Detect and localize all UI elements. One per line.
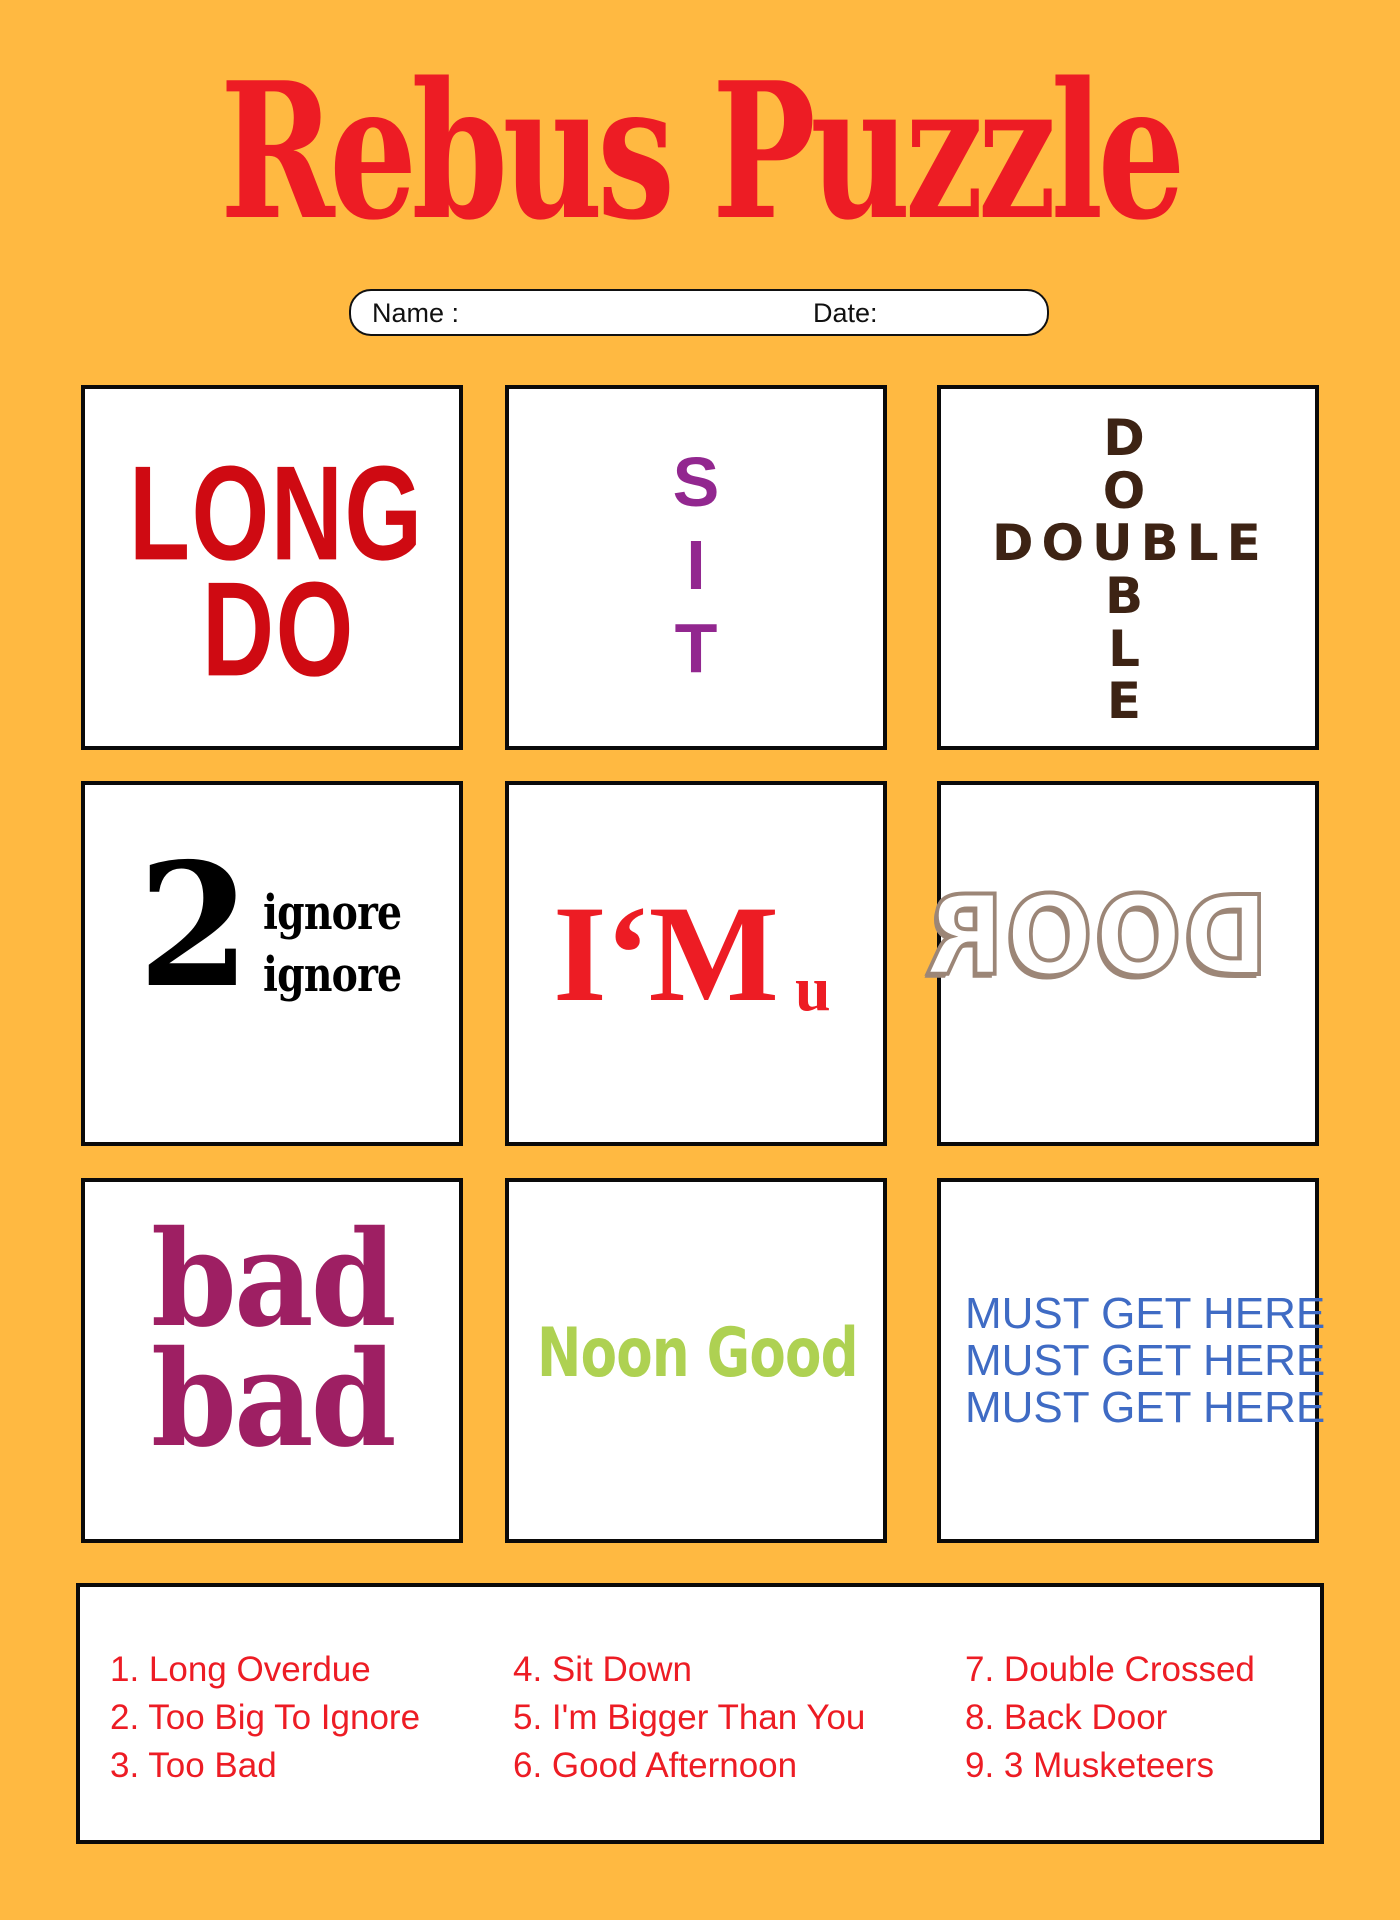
- page-title: Rebus Puzzle: [220, 42, 1185, 262]
- puzzle-8-text: Noon Good: [537, 1314, 859, 1393]
- answer-item: 6. Good Afternoon: [513, 1746, 798, 1785]
- answer-item: 5. I'm Bigger Than You: [513, 1698, 866, 1737]
- answer-item: 3. Too Bad: [110, 1746, 277, 1785]
- answer-item: 9. 3 Musketeers: [965, 1746, 1214, 1785]
- puzzle-9-line: MUST GET HERE: [965, 1336, 1326, 1385]
- answer-key: 1. Long Overdue 2. Too Big To Ignore 3. …: [76, 1583, 1324, 1844]
- answer-item: 8. Back Door: [965, 1698, 1168, 1737]
- puzzle-5-small-text: u: [795, 953, 831, 1024]
- puzzle-6-mirrored-word: DOOR: [921, 870, 1270, 1002]
- puzzle-7-word: bad: [151, 1322, 397, 1477]
- puzzle-card-1: LONG DO: [81, 385, 463, 750]
- puzzle-card-8: Noon Good: [505, 1178, 887, 1543]
- puzzle-card-3: DOUBLE D O B L E: [937, 385, 1319, 750]
- puzzle-4-word: ignore: [263, 885, 402, 941]
- puzzle-card-9: MUST GET HERE MUST GET HERE MUST GET HER…: [937, 1178, 1325, 1543]
- puzzle-card-6: DOOR: [921, 781, 1319, 1146]
- answer-item: 2. Too Big To Ignore: [110, 1698, 421, 1737]
- puzzle-3-vertical-letter: B: [1104, 567, 1144, 625]
- date-label: Date:: [813, 298, 878, 328]
- puzzle-card-5: I‘M u: [505, 781, 887, 1146]
- name-label: Name :: [372, 298, 460, 328]
- name-date-field[interactable]: Name : Date:: [349, 289, 1049, 336]
- answer-item: 1. Long Overdue: [110, 1650, 371, 1689]
- puzzle-9-line: MUST GET HERE: [965, 1289, 1326, 1338]
- puzzle-3-horizontal-word: DOUBLE: [992, 514, 1269, 572]
- puzzle-2-letter: I: [686, 526, 706, 604]
- puzzle-9-line: MUST GET HERE: [965, 1383, 1326, 1432]
- answer-item: 7. Double Crossed: [965, 1650, 1255, 1689]
- puzzle-3-vertical-letter: E: [1106, 672, 1142, 730]
- puzzle-card-7: bad bad: [81, 1178, 463, 1543]
- puzzle-3-vertical-letter: D: [1103, 409, 1145, 467]
- puzzle-2-letter: T: [674, 609, 718, 687]
- puzzle-4-word: ignore: [263, 947, 402, 1003]
- puzzle-2-letter: S: [672, 443, 720, 521]
- puzzle-4-number: 2: [137, 826, 251, 1026]
- puzzle-3-vertical-letter: L: [1108, 620, 1140, 678]
- puzzle-5-main-text: I‘M: [553, 877, 779, 1030]
- puzzle-card-4: 2 ignore ignore: [81, 781, 463, 1146]
- puzzle-3-vertical-letter: O: [1102, 462, 1146, 520]
- puzzle-card-2: S I T: [505, 385, 887, 750]
- answer-item: 4. Sit Down: [513, 1650, 692, 1689]
- puzzle-1-line-2: DO: [202, 554, 355, 705]
